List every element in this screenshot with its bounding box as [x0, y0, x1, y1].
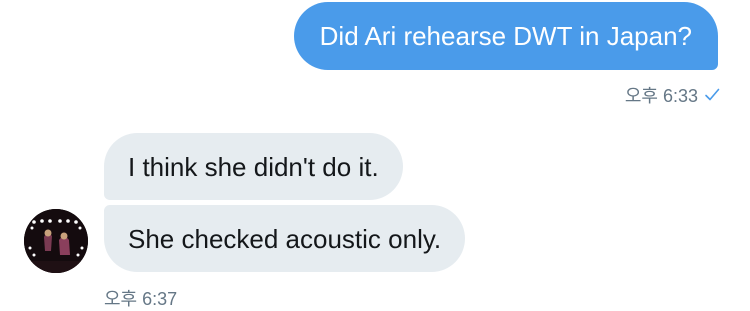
- incoming-message-bubble[interactable]: She checked acoustic only.: [104, 205, 466, 272]
- avatar-photo: [24, 209, 88, 273]
- incoming-message-bubble[interactable]: I think she didn't do it.: [104, 133, 403, 200]
- outgoing-message-time: 오후 6:33: [624, 86, 698, 106]
- outgoing-message-meta: 오후 6:33: [625, 82, 720, 108]
- avatar[interactable]: [24, 209, 88, 273]
- outgoing-message-bubble[interactable]: Did Ari rehearse DWT in Japan?: [293, 2, 718, 70]
- dm-conversation: Did Ari rehearse DWT in Japan? 오후 6:33 I…: [0, 0, 750, 311]
- checkmark-icon: [704, 87, 720, 103]
- incoming-message-time: 오후 6:37: [104, 289, 178, 309]
